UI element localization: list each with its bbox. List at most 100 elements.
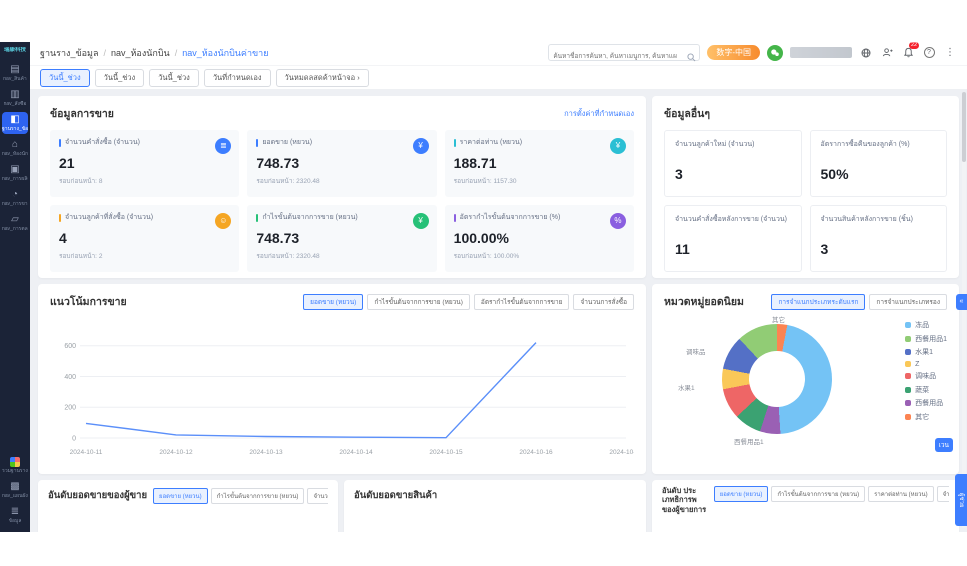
price-per-person-icon: ¥ — [610, 138, 626, 154]
sidebar-item-market[interactable]: ▱ nav_การตลาด — [2, 212, 28, 234]
sidebar-item-label: nav_การตลาด — [2, 226, 28, 232]
category-tab-level1[interactable]: การจำแนกประเภทระดับแรก — [771, 294, 865, 310]
legend-dot — [905, 400, 911, 406]
help-icon[interactable]: ? — [922, 46, 936, 60]
card-title: หมวดหมู่ยอดนิยม — [664, 293, 744, 310]
legend-dot — [905, 322, 911, 328]
add-user-icon[interactable] — [880, 46, 894, 60]
card-title: ข้อมูลอื่นๆ — [664, 105, 710, 122]
top-bar: ฐานราง_ข้อมูล / nav_ห้องนักบิน / nav_ห้อ… — [30, 40, 967, 66]
breadcrumb-item[interactable]: ฐานราง_ข้อมูล — [40, 46, 98, 60]
assistant-tab[interactable]: ผู้ช่วย — [955, 474, 967, 526]
sidebar-item-products[interactable]: ▤ nav_สินค้า — [2, 62, 28, 84]
breadcrumb-current: nav_ห้องนักบินค่าขาย — [182, 46, 268, 60]
card-title: อันดับ ประเภทธิการพ ของผู้ขายการ — [662, 486, 708, 514]
main-area: ฐานราง_ข้อมูล / nav_ห้องนักบิน / nav_ห้อ… — [30, 40, 967, 532]
kpi-label: ราคาต่อท่าน (หยวน) — [460, 137, 522, 148]
sidebar-item-plan[interactable]: ▩ nav_แผนผัง — [2, 479, 28, 501]
kpi-gross-profit: กำไรขั้นต้นจากการขาย (หยวน) ¥ 748.73 รอบ… — [247, 205, 436, 272]
kpi-previous: รอบก่อนหน้า: 1157.30 — [454, 176, 625, 186]
trend-tab-sales[interactable]: ยอดขาย (หยวน) — [303, 294, 363, 310]
gross-profit-icon: ¥ — [413, 213, 429, 229]
data-icon: ≣ — [11, 507, 19, 517]
kpi-price-per-person: ราคาต่อท่าน (หยวน) ¥ 188.71 รอบก่อนหน้า:… — [445, 130, 634, 197]
custom-settings-link[interactable]: การตั้งค่าที่กำหนดเอง — [564, 108, 634, 120]
legend-item[interactable]: 水果1 — [905, 347, 947, 357]
card-title: ข้อมูลการขาย — [50, 105, 114, 122]
category-ranking-tabs: ยอดขาย (หยวน) กำไรขั้นต้นจากการขาย (หยวน… — [714, 486, 949, 502]
legend-item[interactable]: Z — [905, 361, 947, 368]
donut-graphic — [722, 324, 832, 434]
sidebar-item-dashboard[interactable]: ◧ ฐานราง_ข้อมูล — [2, 112, 28, 134]
legend-item[interactable]: 调味品 — [905, 371, 947, 381]
date-tab-month[interactable]: วันนี้_ช่วง — [149, 69, 199, 87]
more-menu-icon[interactable]: ⋮ — [943, 46, 957, 60]
rank-tab-sales[interactable]: ยอดขาย (หยวน) — [153, 488, 208, 504]
svg-text:400: 400 — [64, 374, 76, 381]
legend-dot — [905, 414, 911, 420]
trend-tab-gross-profit[interactable]: กำไรขั้นต้นจากการขาย (หยวน) — [367, 294, 470, 310]
category-donut-chart — [722, 324, 832, 434]
kpi-value: 748.73 — [256, 230, 427, 246]
kpi-gross-margin: อัตรากำไรขั้นต้นจากการขาย (%) % 100.00% … — [445, 205, 634, 272]
card-title: อันดับยอดขายของผู้ขาย — [48, 488, 147, 503]
date-tab-today[interactable]: วันนี้_ช่วง — [40, 69, 90, 87]
kpi-sales-amount: ยอดขาย (หยวน) ¥ 748.73 รอบก่อนหน้า: 2320… — [247, 130, 436, 197]
legend-item[interactable]: 西餐用品1 — [905, 334, 947, 344]
market-icon: ▱ — [11, 215, 19, 225]
kpi-label: จำนวนลูกค้าที่สั่งซื้อ (จำนวน) — [65, 212, 153, 223]
legend-item[interactable]: 冻品 — [905, 320, 947, 330]
date-tab-week[interactable]: วันนี้_ช่วง — [95, 69, 145, 87]
panel-collapse-tab[interactable]: « — [956, 294, 967, 310]
kpi-label: ยอดขาย (หยวน) — [262, 137, 312, 148]
legend-item[interactable]: 蔬菜 — [905, 385, 947, 395]
trend-tab-order-count[interactable]: จำนวนการสั่งซื้อ — [573, 294, 634, 310]
category-tab-level2[interactable]: การจำแนกประเภทรอง — [869, 294, 947, 310]
kpi-order-count: จำนวนคำสั่งซื้อ (จำนวน) ≣ 21 รอบก่อนหน้า… — [50, 130, 239, 197]
sidebar-item-sales[interactable]: ◔ nav_การขาย — [2, 187, 28, 209]
dashboard-content: ข้อมูลการขาย การตั้งค่าที่กำหนดเอง จำนวน… — [30, 90, 967, 532]
sidebar-item-data[interactable]: ≣ ข้อมูล — [2, 504, 28, 526]
rank-tab-order-count[interactable]: จำนวนการสั่งซื้อ — [307, 488, 328, 504]
rank-tab-sales[interactable]: ยอดขาย (หยวน) — [714, 486, 769, 502]
rank-tab-price-per-person[interactable]: ราคาต่อท่าน (หยวน) — [868, 486, 934, 502]
search-icon[interactable] — [687, 49, 696, 67]
scrollbar-thumb[interactable] — [962, 92, 966, 162]
svg-text:2024-10-13: 2024-10-13 — [249, 449, 283, 456]
kpi-label: อัตรากำไรขั้นต้นจากการขาย (%) — [460, 212, 561, 223]
search-input[interactable] — [549, 49, 681, 64]
legend-item[interactable]: 西餐用品 — [905, 398, 947, 408]
donut-legend: 冻品 西餐用品1 水果1 Z 调味品 蔬菜 西餐用品 其它 — [905, 320, 947, 422]
sidebar-item-cockpit[interactable]: ⌂ nav_ห้องนักบิน — [2, 137, 28, 159]
sidebar-item-label: รวมฐานราง — [2, 468, 28, 474]
trend-tab-gross-margin[interactable]: อัตรากำไรขั้นต้นจากการขาย — [474, 294, 570, 310]
card-title: แนวโน้มการขาย — [50, 293, 127, 310]
kpi-previous: รอบก่อนหน้า: 2320.48 — [256, 251, 427, 261]
breadcrumb-separator: / — [175, 48, 178, 58]
avatar[interactable] — [767, 45, 783, 61]
floating-tag-button[interactable]: เวน — [935, 438, 953, 452]
rank-tab-gross-profit[interactable]: กำไรขั้นต้นจากการขาย (หยวน) — [771, 486, 865, 502]
breadcrumb-item[interactable]: nav_ห้องนักบิน — [111, 46, 170, 60]
tile-new-customers: จำนวนลูกค้าใหม่ (จำนวน) 3 — [664, 130, 802, 197]
kpi-buying-customers: จำนวนลูกค้าที่สั่งซื้อ (จำนวน) ☺ 4 รอบก่… — [50, 205, 239, 272]
kpi-previous: รอบก่อนหน้า: 2 — [59, 251, 230, 261]
svg-text:200: 200 — [64, 405, 76, 412]
donut-callout: 其它 — [772, 314, 785, 324]
user-name-redacted[interactable] — [790, 47, 852, 58]
rank-tab-order-count[interactable]: จำนวนการสั่งซื้อ — [937, 486, 949, 502]
legend-item[interactable]: 其它 — [905, 412, 947, 422]
notifications-bell-icon[interactable]: 22 — [901, 46, 915, 60]
language-icon[interactable] — [859, 46, 873, 60]
sidebar-item-orders[interactable]: ▥ nav_สั่งซื้อ — [2, 87, 28, 109]
screen-mode-link[interactable]: วันหมดลสดค้าหน้าจอ › — [276, 69, 369, 87]
date-tab-custom[interactable]: วันที่กำหนดเอง — [204, 69, 271, 87]
svg-text:2024-10-14: 2024-10-14 — [339, 449, 373, 456]
sidebar-item-production[interactable]: ▣ nav_การผลิต — [2, 162, 28, 184]
svg-text:2024-10-11: 2024-10-11 — [70, 449, 103, 456]
seller-ranking-tabs: ยอดขาย (หยวน) กำไรขั้นต้นจากการขาย (หยวน… — [153, 488, 328, 504]
rank-tab-gross-profit[interactable]: กำไรขั้นต้นจากการขาย (หยวน) — [211, 488, 305, 504]
cn-promo-button[interactable]: 数字-中国 — [707, 45, 760, 60]
sidebar-item-apps[interactable]: รวมฐานราง — [2, 454, 28, 476]
page-scrollbar — [962, 92, 966, 528]
